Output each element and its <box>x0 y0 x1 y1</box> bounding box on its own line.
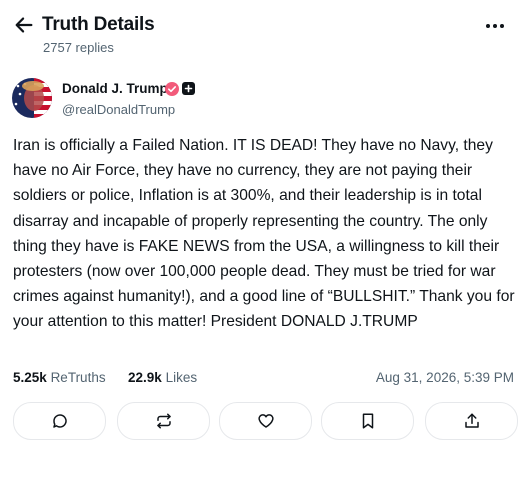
post-body: Iran is officially a Failed Nation. IT I… <box>13 137 515 331</box>
likes-label: Likes <box>165 370 198 385</box>
arrow-left-icon <box>15 17 33 33</box>
page-header: Truth Details 2757 replies <box>0 0 532 60</box>
bookmark-button[interactable] <box>321 402 414 440</box>
more-horizontal-icon <box>486 24 504 28</box>
page-title: Truth Details <box>42 14 155 35</box>
like-button[interactable] <box>219 402 312 440</box>
verified-badge-icon <box>165 82 179 96</box>
like-heart-icon <box>257 414 274 428</box>
share-button[interactable] <box>425 402 518 440</box>
likes-count: 22.9k <box>128 370 162 385</box>
share-icon <box>464 413 479 428</box>
reply-count: 2757 replies <box>43 40 114 55</box>
author-row: Donald J. Trump @realDonaldTrump <box>12 78 512 120</box>
bookmark-icon <box>362 413 373 429</box>
author-name[interactable]: Donald J. Trump <box>62 81 168 96</box>
avatar-image <box>12 78 52 118</box>
reply-icon <box>52 414 67 428</box>
retruths-label: ReTruths <box>50 370 106 385</box>
retruth-button[interactable] <box>117 402 210 440</box>
post-stats: 5.25k ReTruths 22.9k Likes Aug 31, 2026,… <box>13 370 518 390</box>
more-options-button[interactable] <box>484 17 506 35</box>
avatar[interactable] <box>12 78 52 118</box>
back-button[interactable] <box>13 14 35 36</box>
retruths-count: 5.25k <box>13 370 47 385</box>
plus-badge-icon <box>182 82 195 95</box>
reply-button[interactable] <box>13 402 106 440</box>
retruth-icon <box>156 413 171 429</box>
post-timestamp: Aug 31, 2026, 5:39 PM <box>375 370 514 385</box>
likes-stat[interactable]: 22.9k Likes <box>128 370 197 385</box>
action-bar <box>13 402 518 440</box>
retruths-stat[interactable]: 5.25k ReTruths <box>13 370 106 385</box>
author-handle[interactable]: @realDonaldTrump <box>62 102 175 117</box>
